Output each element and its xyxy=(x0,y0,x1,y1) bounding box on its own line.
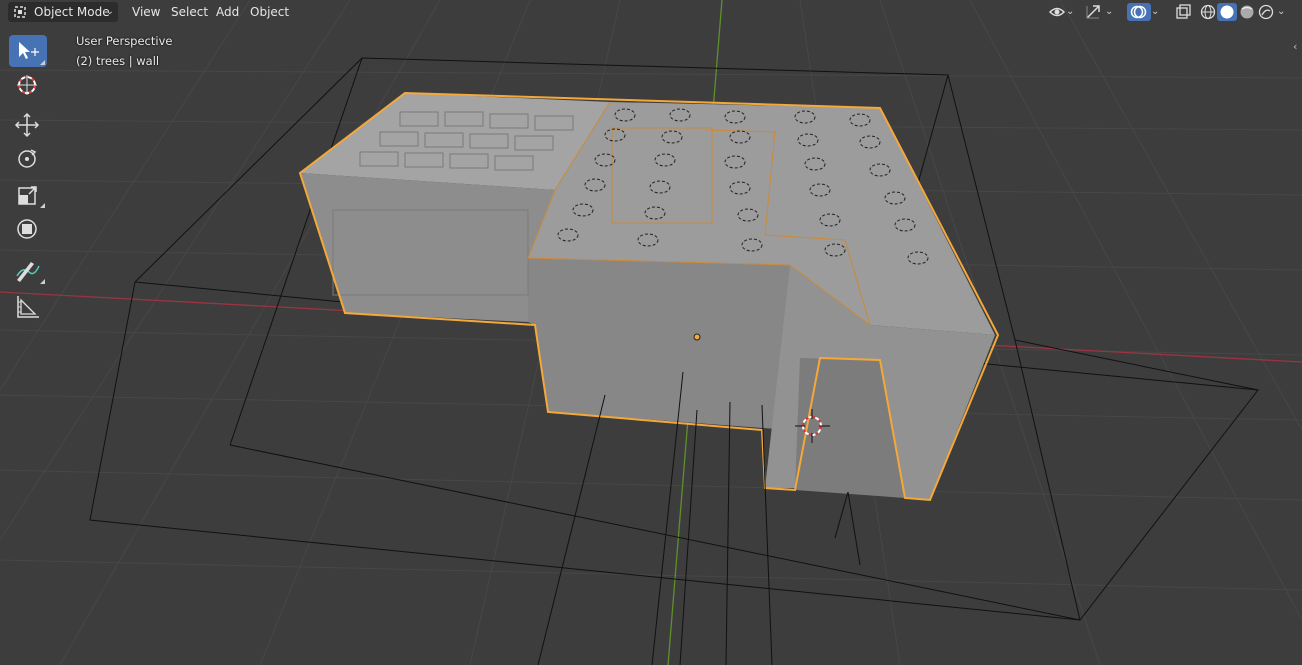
chevron-down-icon[interactable]: ⌄ xyxy=(1066,3,1084,21)
viewport-header: Object Mode ⌄ View Select Add Object ⌄ ⌄… xyxy=(0,0,1302,24)
tool-move[interactable] xyxy=(9,109,47,141)
cursor-icon xyxy=(17,75,37,95)
tool-transform[interactable] xyxy=(9,213,47,245)
chevron-down-icon[interactable]: ⌄ xyxy=(1277,3,1295,21)
sidebar-expand-icon[interactable]: ‹ xyxy=(1293,40,1297,53)
menu-view[interactable]: View xyxy=(126,2,166,22)
viewport-scene[interactable] xyxy=(0,0,1302,665)
tool-cursor[interactable] xyxy=(9,69,47,101)
object-mode-icon xyxy=(14,6,26,18)
tool-annotate[interactable] xyxy=(9,254,47,286)
xray-toggle-icon[interactable] xyxy=(1174,3,1192,21)
chevron-down-icon[interactable]: ⌄ xyxy=(1105,3,1123,21)
menu-select[interactable]: Select xyxy=(165,2,214,22)
rotate-icon xyxy=(18,149,37,168)
3d-viewport[interactable]: Object Mode ⌄ View Select Add Object ⌄ ⌄… xyxy=(0,0,1302,665)
collection-info: (2) trees | wall xyxy=(76,54,160,68)
gizmo-icon[interactable] xyxy=(1084,3,1102,21)
object-mode-label: Object Mode xyxy=(34,5,110,19)
object-mode-dropdown[interactable]: Object Mode ⌄ xyxy=(8,2,118,22)
chevron-down-icon: ⌄ xyxy=(105,6,114,17)
visibility-eye-icon[interactable] xyxy=(1048,3,1066,21)
material-preview-icon[interactable] xyxy=(1238,3,1256,21)
menu-object[interactable]: Object xyxy=(244,2,295,22)
view-name: User Perspective xyxy=(76,34,173,48)
measure-icon xyxy=(17,296,39,318)
tool-select-box[interactable] xyxy=(9,35,47,67)
tool-scale[interactable] xyxy=(9,178,47,210)
transform-icon xyxy=(17,219,37,239)
tool-measure[interactable] xyxy=(9,290,47,322)
tool-rotate[interactable] xyxy=(9,143,47,175)
solid-shading-icon xyxy=(1220,5,1234,19)
move-icon xyxy=(14,112,40,138)
wall-object[interactable] xyxy=(298,91,1000,665)
wireframe-shading-icon[interactable] xyxy=(1199,3,1217,21)
chevron-down-icon[interactable]: ⌄ xyxy=(1151,3,1169,21)
menu-add[interactable]: Add xyxy=(210,2,245,22)
rendered-shading-icon[interactable] xyxy=(1257,3,1275,21)
overlays-icon xyxy=(1130,5,1147,19)
overlays-toggle[interactable] xyxy=(1127,3,1151,21)
solid-shading-toggle[interactable] xyxy=(1217,3,1237,21)
